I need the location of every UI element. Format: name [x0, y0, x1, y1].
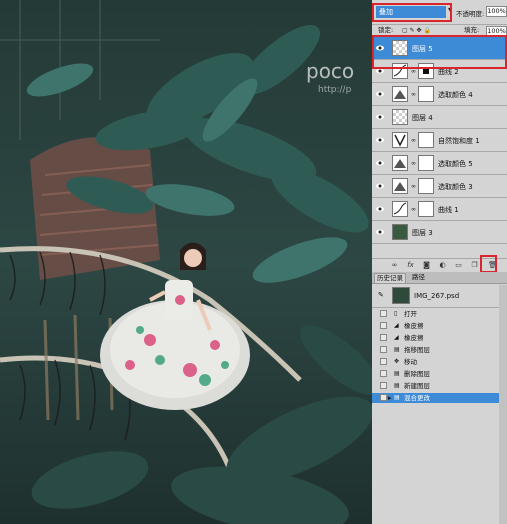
- history-item[interactable]: ▤ 新建图层: [372, 381, 507, 391]
- eye-icon[interactable]: [376, 159, 384, 167]
- layer-name: 自然饱和度 1: [438, 137, 480, 145]
- link-layers-icon[interactable]: ∞: [390, 261, 399, 270]
- layer-icon: ▤: [394, 346, 400, 353]
- watermark-text: poco: [306, 59, 354, 83]
- history-source-checkbox[interactable]: [380, 370, 387, 377]
- layer-icon: ▤: [394, 394, 400, 401]
- layer-name: 选取颜色 4: [438, 91, 473, 99]
- add-mask-icon[interactable]: ◙: [422, 261, 431, 270]
- eye-icon[interactable]: [376, 182, 384, 190]
- photo-canvas[interactable]: poco http://p: [0, 0, 372, 524]
- eye-icon[interactable]: [376, 136, 384, 144]
- layer-row[interactable]: ∞ 曲线 1: [372, 198, 507, 221]
- history-state-arrow-icon: ▸: [388, 394, 392, 402]
- history-tabs: 历史记录 路径: [372, 272, 507, 284]
- history-item[interactable]: ▯ 打开: [372, 309, 507, 319]
- selective-color-icon: [392, 155, 408, 171]
- document-icon: ▯: [394, 310, 398, 317]
- layer-icon: ▤: [394, 382, 400, 389]
- highlight-blend-box: [372, 3, 452, 22]
- layers-panel: 叠加 ▾ 不透明度: 100% 锁定: ▢ ✎ ✥ 🔒 填充: 100% 图层 …: [372, 0, 507, 524]
- history-source-checkbox[interactable]: [380, 394, 387, 401]
- opacity-input[interactable]: 100%: [486, 6, 507, 17]
- history-source-checkbox[interactable]: [380, 382, 387, 389]
- eye-icon[interactable]: [376, 205, 384, 213]
- history-item-label: 打开: [404, 310, 417, 318]
- layer-name: 选取颜色 3: [438, 183, 473, 191]
- layer-mask: [418, 86, 434, 102]
- history-item-label: 拖移图层: [404, 346, 430, 354]
- history-source-checkbox[interactable]: [380, 310, 387, 317]
- layer-row[interactable]: ∞ 选取颜色 3: [372, 175, 507, 198]
- history-scrollbar[interactable]: [499, 285, 507, 524]
- history-item-label: 橡皮擦: [404, 322, 424, 330]
- move-icon: ✥: [394, 358, 400, 365]
- history-snapshot[interactable]: ✎ IMG_267.psd: [372, 285, 507, 308]
- layer-row[interactable]: ∞ 自然饱和度 1: [372, 129, 507, 152]
- history-item-label: 移动: [404, 358, 417, 366]
- link-icon: ∞: [411, 68, 416, 75]
- layer-name: 曲线 1: [438, 206, 459, 214]
- selective-color-icon: [392, 86, 408, 102]
- eraser-icon: ◢: [394, 334, 399, 341]
- photo-image: poco http://p: [0, 0, 372, 524]
- link-icon: ∞: [411, 183, 416, 190]
- history-item[interactable]: ◢ 橡皮擦: [372, 321, 507, 331]
- history-item[interactable]: ▤ 混合更改: [372, 393, 507, 403]
- history-item-label: 橡皮擦: [404, 334, 424, 342]
- history-item[interactable]: ✥ 移动: [372, 357, 507, 367]
- layer-mask: [418, 201, 434, 217]
- history-item[interactable]: ◢ 橡皮擦: [372, 333, 507, 343]
- fx-icon[interactable]: fx: [406, 261, 415, 270]
- history-source-checkbox[interactable]: [380, 322, 387, 329]
- tab-paths[interactable]: 路径: [410, 273, 427, 282]
- layer-mask: [418, 132, 434, 148]
- eraser-icon: ◢: [394, 322, 399, 329]
- layer-thumbnail: [392, 109, 408, 125]
- tab-history[interactable]: 历史记录: [374, 273, 406, 283]
- history-source-checkbox[interactable]: [380, 346, 387, 353]
- history-source-checkbox[interactable]: [380, 358, 387, 365]
- layer-row[interactable]: 图层 3: [372, 221, 507, 244]
- vibrance-icon: [392, 132, 408, 148]
- highlight-layer-box: [372, 35, 507, 69]
- link-icon: ∞: [411, 206, 416, 213]
- link-icon: ∞: [411, 160, 416, 167]
- history-item-label: 新建图层: [404, 382, 430, 390]
- history-item[interactable]: ▤ 删除图层: [372, 369, 507, 379]
- layer-mask: [418, 155, 434, 171]
- eye-icon[interactable]: [376, 90, 384, 98]
- layer-name: 选取颜色 5: [438, 160, 473, 168]
- link-icon: ∞: [411, 137, 416, 144]
- history-source-checkbox[interactable]: [380, 334, 387, 341]
- snapshot-name: IMG_267.psd: [414, 292, 460, 300]
- new-layer-icon[interactable]: ❐: [470, 261, 479, 270]
- layer-name: 图层 4: [412, 114, 433, 122]
- group-icon[interactable]: ▭: [454, 261, 463, 270]
- history-item-label: 删除图层: [404, 370, 430, 378]
- watermark-url: http://p: [318, 85, 352, 95]
- curves-icon: [392, 201, 408, 217]
- layer-row[interactable]: 图层 4: [372, 106, 507, 129]
- opacity-label: 不透明度:: [456, 10, 485, 18]
- layer-thumbnail: [392, 224, 408, 240]
- brush-source-icon[interactable]: ✎: [378, 291, 384, 299]
- link-icon: ∞: [411, 91, 416, 98]
- layer-icon: ▤: [394, 370, 400, 377]
- eye-icon[interactable]: [376, 113, 384, 121]
- history-empty-area: [372, 408, 499, 524]
- selective-color-icon: [392, 178, 408, 194]
- layer-row[interactable]: ∞ 选取颜色 4: [372, 83, 507, 106]
- history-item-label: 混合更改: [404, 394, 430, 402]
- layer-row[interactable]: ∞ 选取颜色 5: [372, 152, 507, 175]
- snapshot-thumbnail: [392, 287, 410, 304]
- layer-mask: [418, 178, 434, 194]
- layer-name: 图层 3: [412, 229, 433, 237]
- highlight-new-layer-box: [480, 255, 497, 273]
- eye-icon[interactable]: [376, 228, 384, 236]
- adjustment-layer-icon[interactable]: ◐: [438, 261, 447, 270]
- history-item[interactable]: ▤ 拖移图层: [372, 345, 507, 355]
